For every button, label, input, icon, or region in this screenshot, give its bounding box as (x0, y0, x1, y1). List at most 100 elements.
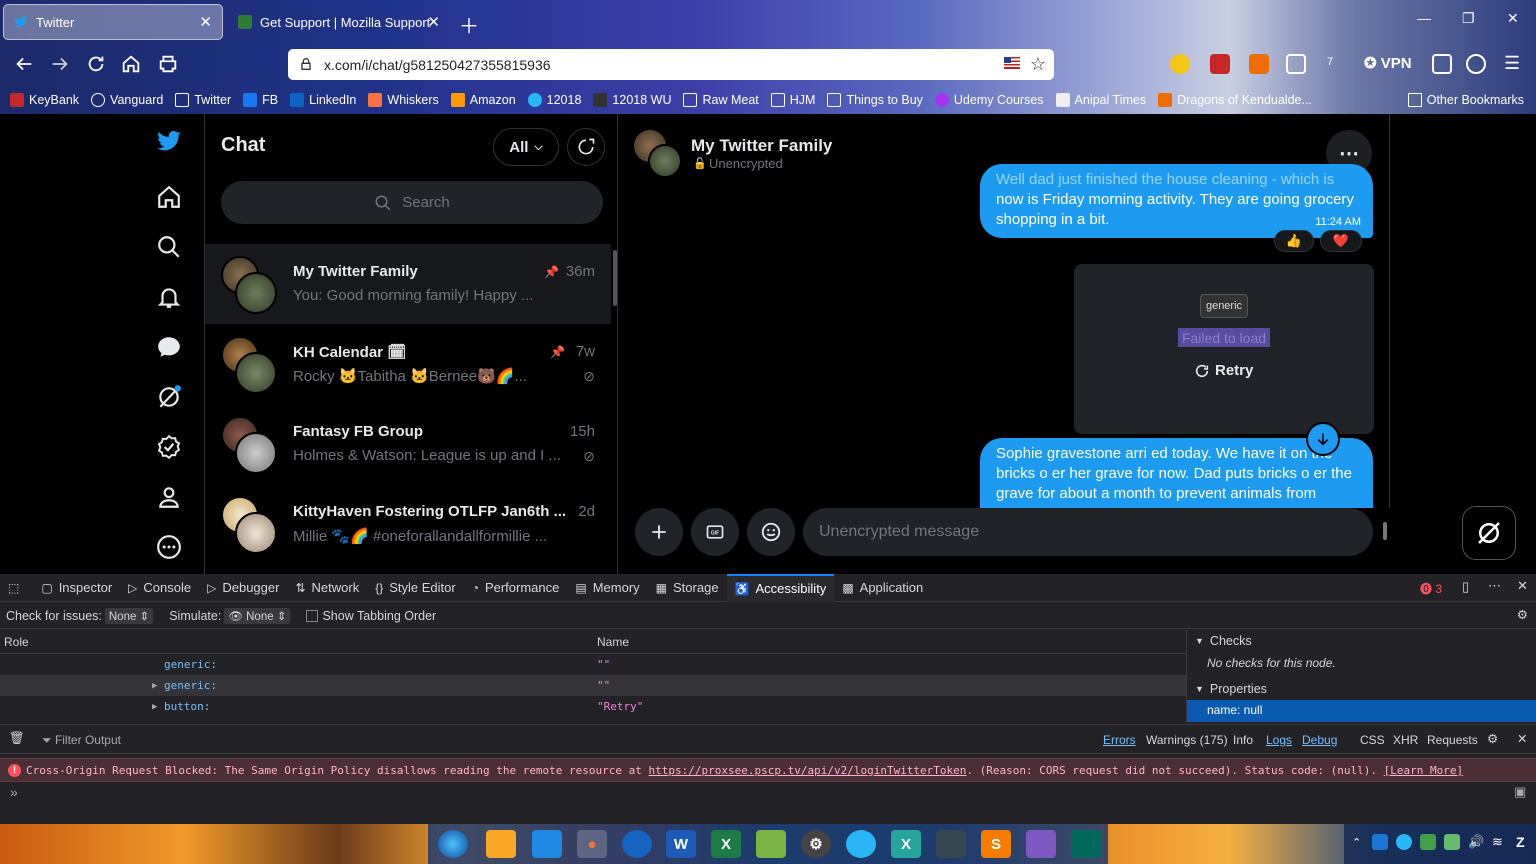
tab-inspector[interactable]: ▢ Inspector (33, 574, 120, 602)
bookmark-raw-meat[interactable]: Raw Meat (683, 93, 759, 107)
learn-more-link[interactable]: [Learn More] (1384, 764, 1463, 777)
explore-search-icon[interactable] (156, 234, 182, 260)
gif-button[interactable]: GIF (691, 508, 739, 556)
settings-icon[interactable]: ⚙ (801, 830, 831, 858)
conversation-item[interactable]: KH Calendar 🗓 Rocky 🐱Tabitha 🐱Bernee🐻🌈..… (205, 324, 611, 404)
tree-row[interactable]: generic: "" (0, 654, 1186, 675)
tab-storage[interactable]: ▦ Storage (648, 574, 727, 602)
bookmark-things-to-buy[interactable]: Things to Buy (827, 93, 923, 107)
home-icon[interactable] (120, 53, 142, 75)
bookmark-twitter[interactable]: Twitter (175, 93, 231, 107)
tab-performance[interactable]: ◔ Performance (464, 574, 568, 602)
camera-icon[interactable] (936, 830, 966, 858)
close-window-button[interactable]: ✕ (1507, 10, 1519, 27)
back-icon[interactable] (13, 53, 35, 75)
tab-network[interactable]: ⇅ Network (287, 574, 367, 602)
tray-app-icon[interactable] (1444, 834, 1460, 850)
tree-row[interactable]: ▶ button: "Retry" (0, 696, 1186, 717)
menu-icon[interactable]: ☰ (1504, 53, 1520, 74)
bookmark-dragons[interactable]: Dragons of Kendualde... (1158, 93, 1312, 107)
store-icon[interactable] (532, 830, 562, 858)
site-info-icon[interactable] (298, 56, 314, 72)
tray-app-icon[interactable] (1372, 834, 1388, 850)
notification-icon[interactable]: Z (1516, 834, 1525, 850)
error-url-link[interactable]: https://proxsee.pscp.tv/api/v2/loginTwit… (649, 764, 967, 777)
tab-debugger[interactable]: ▷ Debugger (199, 574, 287, 602)
filter-warnings[interactable]: Warnings (175) (1146, 733, 1228, 747)
tabbing-order-checkbox[interactable] (306, 609, 319, 622)
conversation-item[interactable]: Fantasy FB Group Holmes & Watson: League… (205, 404, 611, 484)
settings-gear-icon[interactable]: ⚙ (1517, 607, 1528, 622)
flag-icon[interactable] (1004, 57, 1020, 69)
bookmark-12018[interactable]: 12018 (527, 93, 581, 107)
wifi-icon[interactable]: ≋ (1492, 834, 1503, 850)
retry-button[interactable]: Retry (1194, 362, 1253, 379)
filter-debug[interactable]: Debug (1302, 733, 1337, 747)
tab-console[interactable]: ▷ Console (120, 574, 199, 602)
vs-icon[interactable] (1071, 830, 1101, 858)
bookmark-whiskers[interactable]: Whiskers (368, 93, 439, 107)
messages-chat-icon[interactable] (156, 334, 182, 360)
download-icon[interactable] (1286, 54, 1306, 74)
minimize-button[interactable]: — (1417, 10, 1431, 26)
home-icon[interactable] (156, 184, 182, 210)
properties-section-header[interactable]: ▼ Properties (1187, 678, 1536, 700)
maximize-button[interactable]: ❐ (1462, 10, 1475, 27)
close-tab-icon[interactable]: ✕ (199, 13, 212, 31)
profile-icon[interactable] (156, 484, 182, 510)
devtools-menu-icon[interactable]: ⋯ (1488, 578, 1501, 594)
filter-xhr[interactable]: XHR (1393, 733, 1418, 747)
filter-all-button[interactable]: All ⌵ (493, 128, 559, 166)
extensions-icon[interactable] (1432, 54, 1452, 74)
bookmark-12018-wu[interactable]: 12018 WU (593, 93, 671, 107)
thunderbird-icon[interactable] (622, 830, 652, 858)
file-explorer-icon[interactable] (486, 830, 516, 858)
tab-memory[interactable]: ▤ Memory (567, 574, 647, 602)
bookmark-star-icon[interactable]: ☆ (1030, 54, 1046, 75)
grok-button[interactable] (1462, 506, 1516, 560)
emoji-extension-icon[interactable] (1170, 54, 1190, 74)
message-bubble[interactable]: Well dad just finished the house cleanin… (980, 164, 1373, 238)
expand-arrow-icon[interactable]: ▶ (152, 702, 157, 712)
element-picker-button[interactable]: ⬚ (0, 574, 33, 602)
bookmark-anipal-times[interactable]: Anipal Times (1055, 93, 1146, 107)
new-chat-button[interactable] (567, 128, 605, 166)
extension-icon[interactable] (1210, 54, 1230, 74)
conversation-scrollbar[interactable] (1383, 522, 1387, 540)
filter-logs[interactable]: Logs (1266, 733, 1292, 747)
extension-badge[interactable]: 7 (1327, 56, 1333, 68)
check-issues-select[interactable]: None ⇕ (104, 607, 154, 624)
bookmark-vanguard[interactable]: Vanguard (91, 93, 163, 107)
verified-icon[interactable] (156, 434, 182, 460)
other-bookmarks[interactable]: Other Bookmarks (1407, 88, 1524, 112)
filter-output-input[interactable]: ⏷ Filter Output (42, 733, 121, 748)
word-icon[interactable]: W (666, 830, 696, 858)
tab-accessibility[interactable]: ♿ Accessibility (726, 573, 835, 602)
extension-icon[interactable] (1249, 54, 1269, 74)
forward-icon[interactable] (49, 53, 71, 75)
dock-icon[interactable]: ▯ (1462, 579, 1469, 595)
console-prompt[interactable]: » (10, 784, 18, 800)
filter-info[interactable]: Info (1233, 733, 1253, 747)
bookmark-linkedin[interactable]: LinkedIn (290, 93, 356, 107)
tab-twitter[interactable]: Twitter ✕ (3, 4, 223, 40)
photos-icon[interactable] (756, 830, 786, 858)
clapper-icon[interactable] (1026, 830, 1056, 858)
grok-icon[interactable] (156, 384, 182, 410)
scroll-to-bottom-button[interactable] (1306, 422, 1340, 456)
close-tab-icon[interactable]: ✕ (427, 13, 440, 31)
sublime-icon[interactable]: S (981, 830, 1011, 858)
reaction-thumbs-up[interactable]: 👍 (1274, 230, 1314, 252)
expand-arrow-icon[interactable]: ▶ (152, 681, 157, 691)
bookmark-keybank[interactable]: KeyBank (10, 93, 79, 107)
notifications-bell-icon[interactable] (156, 284, 182, 310)
url-bar[interactable]: x.com/i/chat/g581250427355815936 ☆ (288, 49, 1054, 80)
tray-chevron-icon[interactable]: ⌃ (1352, 836, 1361, 849)
close-devtools-icon[interactable]: ✕ (1517, 578, 1528, 594)
xmind-icon[interactable]: X (891, 830, 921, 858)
print-icon[interactable] (157, 53, 179, 75)
property-row[interactable]: name: null (1187, 700, 1536, 722)
reaction-heart[interactable]: ❤️ (1320, 230, 1362, 252)
tray-app-icon[interactable] (1420, 834, 1436, 850)
bookmark-hjm[interactable]: HJM (770, 93, 815, 107)
